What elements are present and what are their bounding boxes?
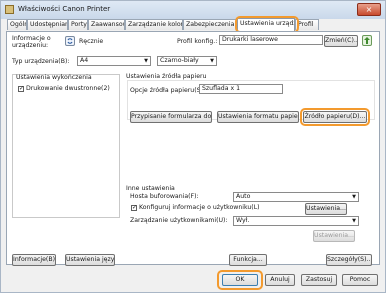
chevron-down-icon: ▼ [352,194,356,200]
user-management-select[interactable]: Wył. ▼ [233,216,359,226]
configure-user-info-label: Konfiguruj informacje o użytkowniku(L) [139,204,260,211]
font-buffer-label: Hosta buforowania(F): [130,193,199,200]
chevron-down-icon: ▼ [352,218,356,224]
title-bar: Właściwości Canon Printer × [1,1,385,19]
profile-label: Profil konfig.: [177,38,218,45]
details-button[interactable]: Szczegóły(S)... [326,254,372,266]
finishing-options-group: Ustawienia wykończenia ✓ Drukowanie dwus… [12,74,120,218]
font-buffer-select[interactable]: Auto ▼ [233,192,359,202]
device-info-mode: Ręcznie [79,38,104,45]
tab-ports[interactable]: Porty [68,19,88,30]
ok-highlight-frame [217,270,263,290]
device-info-label: Informacje o urządzeniu: [12,35,51,49]
upload-arrow-icon[interactable] [362,35,372,46]
assign-form-to-tray-button[interactable]: Przypisanie formularza do tacy... [130,111,212,123]
duplex-checkbox[interactable]: ✓ [18,86,24,92]
window-title: Właściwości Canon Printer [18,5,111,13]
sync-icon[interactable] [65,36,75,46]
chevron-down-icon: ▼ [144,58,148,64]
user-management-label: Zarządzanie użytkownikami(U): [130,217,228,224]
other-settings-header: Inne ustawienia [126,185,175,192]
profile-field[interactable]: Drukarki laserowe [219,35,323,45]
paper-size-value: A4 [80,57,89,64]
language-settings-button[interactable]: Ustawienia języka... [65,254,115,266]
properties-window: Właściwości Canon Printer × Ogólne Udost… [0,0,386,293]
device-type-label: Typ urządzenia(B): [12,58,70,65]
paper-source-field[interactable]: Szuflada x 1 [199,84,283,94]
paper-format-settings-button[interactable]: Ustawienia formatu papieru(X)... [217,111,299,123]
printer-icon [5,5,14,14]
tab-general[interactable]: Ogólne [7,19,27,30]
information-button[interactable]: Informacje(B) [12,254,56,266]
tab-security[interactable]: Zabezpieczenia [183,19,237,30]
apply-button[interactable]: Zastosuj [301,274,337,286]
chevron-down-icon: ▼ [210,58,214,64]
function-button[interactable]: Funkcja... [229,254,267,266]
paper-source-label: Opcje źródła papieru(S): [130,87,206,94]
paper-source-highlight-frame [300,108,370,126]
finishing-options-header: Ustawienia wykończenia [16,74,92,81]
tab-advanced[interactable]: Zaawansowane [88,19,125,30]
device-settings-panel: Informacje o urządzeniu: Ręcznie Profil … [6,31,380,266]
user-info-settings-button[interactable]: Ustawienia... [305,203,347,215]
user-management-value: Wył. [236,217,250,224]
tab-color-management[interactable]: Zarządzanie kolorami [125,19,183,30]
change-profile-button[interactable]: Zmień(C)... [324,35,358,47]
color-mode-value: Czarno-biały [160,57,199,64]
duplex-label: Drukowanie dwustronne(2) [26,85,110,92]
paper-size-select[interactable]: A4 ▼ [77,56,151,66]
cancel-button[interactable]: Anuluj [265,274,295,286]
close-button[interactable]: × [357,3,381,16]
tab-sharing[interactable]: Udostępnianie [27,19,68,30]
user-management-settings-button: Ustawienia... [313,230,355,242]
help-button[interactable]: Pomoc [342,274,378,286]
color-mode-select[interactable]: Czarno-biały ▼ [157,56,217,66]
configure-user-info-checkbox[interactable]: ✓ [131,205,137,211]
paper-source-header: Ustawienia źródła papieru [126,73,207,80]
font-buffer-value: Auto [236,193,251,200]
